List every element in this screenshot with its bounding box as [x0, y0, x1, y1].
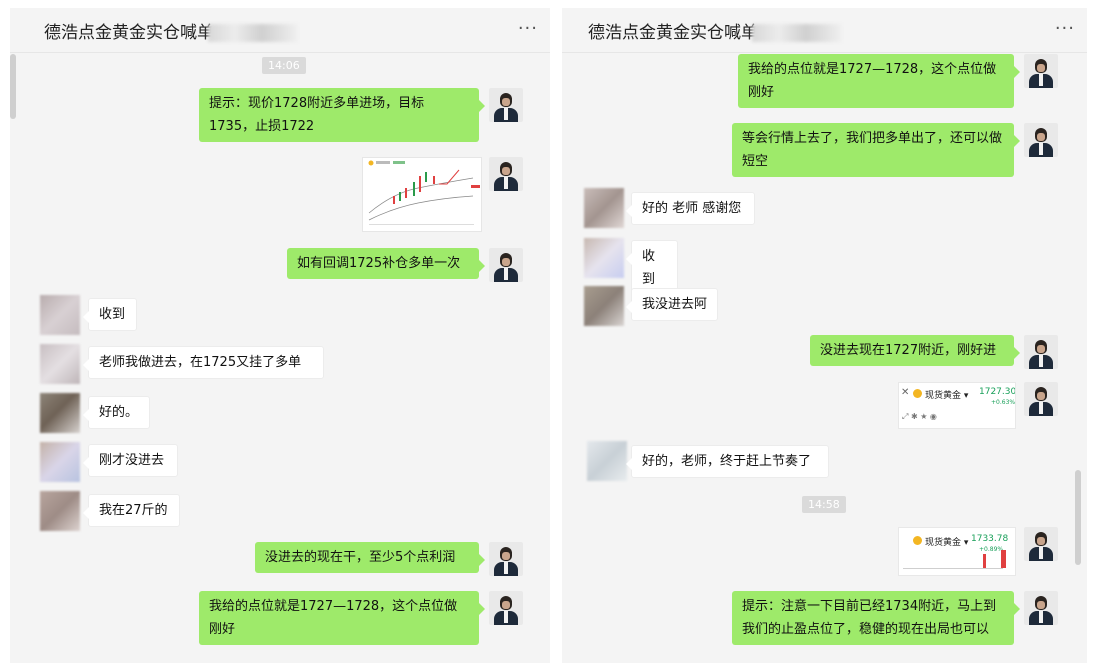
timestamp: 14:58: [802, 496, 846, 513]
chat-header: 德浩点金黄金实仓喊单 ···: [562, 8, 1087, 53]
message-bubble[interactable]: 好的。: [83, 396, 150, 429]
chat-panel-left: 德浩点金黄金实仓喊单 ··· 14:06 提示：现价1728附近多单进场，目标1…: [10, 8, 550, 663]
quote-name: 现货黄金 ▾: [925, 391, 969, 401]
avatar[interactable]: [1024, 527, 1058, 561]
quote-image-message[interactable]: 现货黄金 ▾ 1733.78 +0.89%: [898, 527, 1016, 576]
message-bubble[interactable]: 老师我做进去，在1725又挂了多单: [83, 346, 324, 379]
message-bubble[interactable]: 等会行情上去了，我们把多单出了，还可以做短空: [732, 123, 1020, 177]
avatar[interactable]: [489, 591, 523, 625]
avatar[interactable]: [489, 88, 523, 122]
message-bubble[interactable]: 没进去的现在干，至少5个点利润: [255, 542, 485, 573]
avatar[interactable]: [40, 295, 80, 335]
message-bubble[interactable]: 提示：注意一下目前已经1734附近，马上到我们的止盈点位了，稳健的现在出局也可以: [732, 591, 1020, 645]
quote-image-message[interactable]: ✕ 现货黄金 ▾ 1727.30 +0.63% ⤢ ✱ ★ ◉: [898, 382, 1016, 429]
scrollbar[interactable]: [10, 54, 16, 119]
more-options-icon[interactable]: ···: [1055, 18, 1075, 39]
avatar[interactable]: [1024, 123, 1058, 157]
avatar[interactable]: [1024, 54, 1058, 88]
message-bubble[interactable]: 我没进去阿: [626, 288, 718, 321]
message-bubble[interactable]: 如有回调1725补仓多单一次: [287, 248, 485, 279]
avatar[interactable]: [40, 442, 80, 482]
toolbar-icons: ⤢ ✱ ★ ◉: [902, 412, 937, 421]
quote-change: +0.63%: [991, 399, 1016, 406]
message-bubble[interactable]: 我在27斤的: [83, 494, 180, 527]
message-bubble[interactable]: 提示：现价1728附近多单进场，目标1735，止损1722: [199, 88, 485, 142]
more-options-icon[interactable]: ···: [518, 18, 538, 39]
message-bubble[interactable]: 我给的点位就是1727—1728，这个点位做刚好: [199, 591, 485, 645]
chat-header: 德浩点金黄金实仓喊单 ···: [10, 8, 550, 53]
avatar[interactable]: [584, 188, 624, 228]
message-bubble[interactable]: 我给的点位就是1727—1728，这个点位做刚好: [738, 54, 1020, 108]
avatar[interactable]: [489, 542, 523, 576]
close-icon: ✕: [901, 387, 910, 398]
chart-image-message[interactable]: [362, 157, 482, 232]
chat-panel-right: 德浩点金黄金实仓喊单 ··· 我给的点位就是1727—1728，这个点位做刚好 …: [562, 8, 1087, 663]
avatar[interactable]: [584, 286, 624, 326]
chat-title: 德浩点金黄金实仓喊单: [588, 18, 842, 43]
message-bubble[interactable]: 好的，老师，终于赶上节奏了: [626, 445, 829, 478]
avatar[interactable]: [40, 393, 80, 433]
avatar[interactable]: [1024, 591, 1058, 625]
avatar[interactable]: [584, 238, 624, 278]
timestamp: 14:06: [262, 57, 306, 74]
avatar[interactable]: [1024, 335, 1058, 369]
avatar[interactable]: [40, 344, 80, 384]
avatar[interactable]: [489, 157, 523, 191]
gold-coin-icon: [913, 389, 922, 398]
quote-price: 1727.30: [979, 387, 1016, 397]
avatar[interactable]: [489, 248, 523, 282]
avatar[interactable]: [40, 491, 80, 531]
message-bubble[interactable]: 刚才没进去: [83, 444, 178, 477]
message-bubble[interactable]: 收到: [83, 298, 137, 331]
message-bubble[interactable]: 没进去现在1727附近，刚好进: [810, 335, 1020, 366]
avatar[interactable]: [587, 441, 627, 481]
avatar[interactable]: [1024, 382, 1058, 416]
scrollbar[interactable]: [1075, 470, 1081, 565]
chat-title: 德浩点金黄金实仓喊单: [44, 18, 298, 43]
message-bubble[interactable]: 好的 老师 感谢您: [626, 192, 755, 225]
